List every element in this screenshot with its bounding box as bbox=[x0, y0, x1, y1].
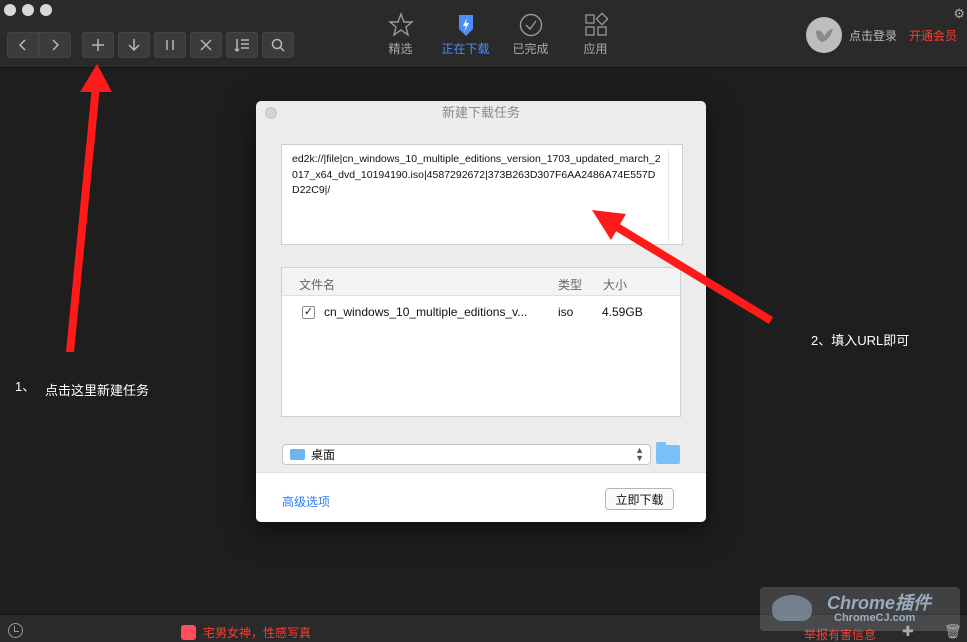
dialog-close-button[interactable] bbox=[265, 107, 277, 119]
search-icon bbox=[271, 38, 285, 52]
forward-button[interactable] bbox=[39, 32, 71, 58]
select-arrows-icon: ▲ ▼ bbox=[635, 445, 644, 463]
plus-icon bbox=[92, 39, 104, 51]
advanced-options-link[interactable]: 高级选项 bbox=[282, 493, 330, 510]
tab-label: 已完成 bbox=[512, 42, 549, 56]
snail-logo-icon bbox=[772, 595, 812, 621]
column-header-size: 大小 bbox=[603, 278, 628, 292]
tab-featured[interactable]: 精选 bbox=[368, 12, 433, 57]
close-window-button[interactable] bbox=[4, 4, 16, 16]
promo-text: 宅男女神，性感写真 bbox=[203, 626, 312, 640]
new-task-button[interactable] bbox=[82, 32, 114, 58]
avatar[interactable] bbox=[806, 17, 842, 53]
table-header: 文件名 类型 大小 bbox=[282, 268, 680, 296]
dialog-footer: 高级选项 立即下载 bbox=[256, 472, 706, 522]
url-scrollbar[interactable] bbox=[668, 149, 678, 243]
clock-icon[interactable] bbox=[8, 623, 23, 638]
download-bolt-icon bbox=[458, 15, 473, 36]
start-button[interactable] bbox=[118, 32, 150, 58]
file-checkbox[interactable]: ✓ bbox=[302, 306, 315, 319]
vip-link[interactable]: 开通会员 bbox=[909, 27, 957, 44]
login-link[interactable]: 点击登录 bbox=[849, 27, 897, 44]
tab-downloading[interactable]: 正在下载 bbox=[433, 12, 498, 57]
close-icon bbox=[200, 39, 212, 51]
sort-button[interactable] bbox=[226, 32, 258, 58]
back-button[interactable] bbox=[7, 32, 39, 58]
chevron-left-icon bbox=[18, 39, 26, 51]
arrow-down-icon bbox=[128, 39, 140, 52]
main-tabs: 精选 正在下载 已完成 应用 bbox=[368, 12, 628, 57]
red-arrow-to-new-button bbox=[66, 64, 112, 352]
minimize-window-button[interactable] bbox=[22, 4, 34, 16]
search-button[interactable] bbox=[262, 32, 294, 58]
tab-label: 应用 bbox=[583, 42, 608, 56]
apps-icon bbox=[584, 12, 609, 36]
sort-list-icon bbox=[234, 39, 249, 52]
save-path-value: 桌面 bbox=[311, 448, 336, 462]
dialog-titlebar: 新建下载任务 bbox=[256, 101, 706, 125]
annotation-step1-text: 点击这里新建任务 bbox=[45, 383, 150, 398]
bird-logo-icon bbox=[816, 29, 833, 42]
gear-icon[interactable]: ⚙ bbox=[953, 6, 965, 22]
new-task-dialog: 新建下载任务 ed2k://|file|cn_windows_10_multip… bbox=[256, 101, 706, 522]
column-header-name: 文件名 bbox=[299, 278, 336, 292]
top-toolbar: 精选 正在下载 已完成 应用 点击登录 开通会员 ⚙ bbox=[0, 0, 967, 68]
promo-link[interactable]: 宅男女神，性感写真 bbox=[181, 624, 311, 641]
folder-icon bbox=[290, 449, 305, 460]
window-controls bbox=[4, 4, 52, 16]
watermark: Chrome插件 ChromeCJ.com bbox=[760, 587, 960, 631]
table-row[interactable]: ✓ cn_windows_10_multiple_editions_v... i… bbox=[282, 302, 680, 322]
chevron-right-icon bbox=[52, 39, 60, 51]
file-size: 4.59GB bbox=[602, 305, 643, 319]
dialog-title: 新建下载任务 bbox=[441, 105, 520, 120]
tab-label: 精选 bbox=[388, 42, 413, 56]
tab-apps[interactable]: 应用 bbox=[563, 12, 628, 57]
tab-completed[interactable]: 已完成 bbox=[498, 12, 563, 57]
check-circle-icon bbox=[519, 13, 542, 37]
annotation-step1-number: 1、 bbox=[15, 379, 36, 394]
watermark-subtitle: ChromeCJ.com bbox=[834, 612, 916, 624]
nav-buttons bbox=[7, 32, 71, 58]
annotation-step2-text: 2、填入URL即可 bbox=[811, 333, 910, 348]
save-path-select[interactable]: 桌面 ▲ ▼ bbox=[282, 444, 651, 465]
download-now-button[interactable]: 立即下载 bbox=[605, 488, 674, 510]
column-header-type: 类型 bbox=[558, 278, 583, 292]
delete-button[interactable] bbox=[190, 32, 222, 58]
star-icon bbox=[387, 12, 414, 37]
zoom-window-button[interactable] bbox=[40, 4, 52, 16]
pause-icon bbox=[166, 40, 174, 50]
url-input-text: ed2k://|file|cn_windows_10_multiple_edit… bbox=[292, 153, 661, 196]
tab-label: 正在下载 bbox=[441, 42, 490, 56]
file-table: 文件名 类型 大小 ✓ cn_windows_10_multiple_editi… bbox=[281, 267, 681, 417]
promo-icon bbox=[181, 625, 196, 640]
url-input[interactable]: ed2k://|file|cn_windows_10_multiple_edit… bbox=[281, 144, 683, 245]
user-area: 点击登录 开通会员 bbox=[806, 17, 957, 53]
pause-button[interactable] bbox=[154, 32, 186, 58]
browse-folder-button[interactable] bbox=[656, 442, 680, 464]
file-name: cn_windows_10_multiple_editions_v... bbox=[324, 305, 528, 319]
file-type: iso bbox=[558, 305, 574, 319]
